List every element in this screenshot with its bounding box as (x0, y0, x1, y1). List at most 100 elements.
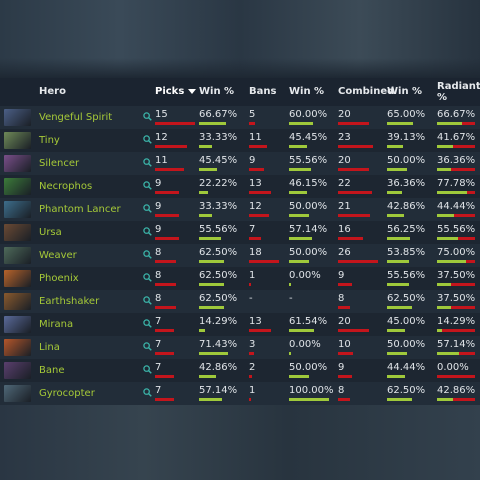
column-header-radiant[interactable]: Radiant% (437, 81, 480, 103)
hero-name-link[interactable]: Ursa (39, 227, 62, 238)
radiant-value: 42.86% (437, 385, 476, 396)
hero-portrait[interactable] (4, 362, 31, 379)
magnify-icon[interactable] (143, 227, 152, 236)
hero-name-link[interactable]: Mirana (39, 319, 73, 330)
dire-share-bar (454, 214, 475, 217)
hero-portrait[interactable] (4, 385, 31, 402)
hero-name-link[interactable]: Gyrocopter (39, 388, 95, 399)
combined-win-bar (387, 375, 405, 378)
table-row[interactable]: Vengeful Spirit 15 66.67% 5 60.00% 20 65.00% 66… (0, 106, 480, 129)
hero-name-link[interactable]: Tiny (39, 135, 60, 146)
combined-win-bar (387, 168, 407, 171)
radiant-share-bar (437, 283, 451, 286)
pick-win-bar (199, 168, 217, 171)
column-header-bans[interactable]: Bans (249, 86, 276, 97)
combined-value: 8 (338, 385, 345, 396)
pick-win-bar (199, 191, 208, 194)
combined-value: 22 (338, 178, 351, 189)
combined-bar (338, 214, 370, 217)
picks-value: 9 (155, 201, 162, 212)
magnify-icon[interactable] (143, 204, 152, 213)
table-row[interactable]: Necrophos 9 22.22% 13 46.15% 22 36.36% 77.78% (0, 175, 480, 198)
ban-win-value: 50.00% (289, 247, 328, 258)
table-row[interactable]: Ursa 9 55.56% 7 57.14% 16 56.25% 55.56% (0, 221, 480, 244)
picks-value: 9 (155, 178, 162, 189)
magnify-icon[interactable] (143, 319, 152, 328)
hero-name-link[interactable]: Earthshaker (39, 296, 99, 307)
column-header-hero-label: Hero (39, 86, 66, 97)
ban-win-bar (289, 398, 329, 401)
table-row[interactable]: Tiny 12 33.33% 11 45.45% 23 39.13% 41.67% (0, 129, 480, 152)
magnify-icon[interactable] (143, 135, 152, 144)
column-header-combined-win[interactable]: Win % (387, 86, 422, 97)
magnify-icon[interactable] (143, 112, 152, 121)
table-row[interactable]: Mirana 7 14.29% 13 61.54% 20 45.00% 14.29% (0, 313, 480, 336)
hero-portrait[interactable] (4, 270, 31, 287)
bans-value: 7 (249, 224, 256, 235)
hero-name-link[interactable]: Vengeful Spirit (39, 112, 112, 123)
radiant-value: 0.00% (437, 362, 469, 373)
hero-name-link[interactable]: Phoenix (39, 273, 79, 284)
combined-win-value: 62.50% (387, 293, 426, 304)
table-row[interactable]: Bane 7 42.86% 2 50.00% 9 44.44% 0.00% (0, 359, 480, 382)
column-header-pick-win[interactable]: Win % (199, 86, 234, 97)
hero-name-link[interactable]: Phantom Lancer (39, 204, 121, 215)
magnify-icon[interactable] (143, 158, 152, 167)
column-header-picks[interactable]: Picks (155, 86, 197, 97)
magnify-icon[interactable] (143, 388, 152, 397)
pick-win-bar (199, 260, 224, 263)
hero-name-link[interactable]: Lina (39, 342, 60, 353)
table-row[interactable]: Earthshaker 8 62.50% - -8 62.50% 37.50% (0, 290, 480, 313)
column-header-bans-label: Bans (249, 86, 277, 97)
dire-share-bar (442, 329, 475, 332)
hero-portrait[interactable] (4, 132, 31, 149)
radiant-value: 75.00% (437, 247, 476, 258)
pick-win-value: 22.22% (199, 178, 238, 189)
hero-name-link[interactable]: Weaver (39, 250, 77, 261)
bans-value: 9 (249, 155, 256, 166)
bans-bar (249, 237, 261, 240)
ban-win-value: 50.00% (289, 201, 328, 212)
hero-name-link[interactable]: Silencer (39, 158, 79, 169)
magnify-icon[interactable] (143, 365, 152, 374)
hero-portrait[interactable] (4, 224, 31, 241)
pick-win-value: 45.45% (199, 155, 238, 166)
hero-portrait[interactable] (4, 247, 31, 264)
dire-share-bar (459, 352, 475, 355)
bans-bar (249, 260, 279, 263)
table-row[interactable]: Phoenix 8 62.50% 1 0.00% 9 55.56% 37.50% (0, 267, 480, 290)
hero-portrait[interactable] (4, 339, 31, 356)
magnify-icon[interactable] (143, 342, 152, 351)
hero-name-link[interactable]: Necrophos (39, 181, 92, 192)
hero-name-link[interactable]: Bane (39, 365, 64, 376)
table-row[interactable]: Lina 7 71.43% 3 0.00% 10 50.00% 57.14% (0, 336, 480, 359)
magnify-icon[interactable] (143, 250, 152, 259)
combined-value: 26 (338, 247, 351, 258)
ban-win-value: 100.00% (289, 385, 334, 396)
ban-win-value: 61.54% (289, 316, 328, 327)
column-header-ban-win[interactable]: Win % (289, 86, 324, 97)
hero-portrait[interactable] (4, 293, 31, 310)
table-row[interactable]: Weaver 8 62.50% 18 50.00% 26 53.85% 75.00% (0, 244, 480, 267)
dire-share-bar (462, 122, 475, 125)
column-header-combined[interactable]: Combined (338, 86, 394, 97)
combined-bar (338, 237, 363, 240)
hero-portrait[interactable] (4, 201, 31, 218)
hero-portrait[interactable] (4, 316, 31, 333)
table-row[interactable]: Phantom Lancer 9 33.33% 12 50.00% 21 42.86% 44.… (0, 198, 480, 221)
ban-win-bar (289, 260, 309, 263)
magnify-icon[interactable] (143, 181, 152, 190)
table-row[interactable]: Gyrocopter 7 57.14% 1 100.00% 8 62.50% 42.86% (0, 382, 480, 405)
table-row[interactable]: Silencer 11 45.45% 9 55.56% 20 50.00% 36.36% (0, 152, 480, 175)
hero-portrait[interactable] (4, 178, 31, 195)
radiant-share-bar (437, 191, 467, 194)
magnify-icon[interactable] (143, 273, 152, 282)
combined-win-bar (387, 145, 403, 148)
magnify-icon[interactable] (143, 296, 152, 305)
hero-portrait[interactable] (4, 155, 31, 172)
column-header-hero[interactable]: Hero (39, 86, 66, 97)
hero-portrait[interactable] (4, 109, 31, 126)
bans-value: 12 (249, 201, 262, 212)
column-header-ban-win-label: Win % (289, 86, 325, 97)
ban-win-bar (289, 375, 309, 378)
